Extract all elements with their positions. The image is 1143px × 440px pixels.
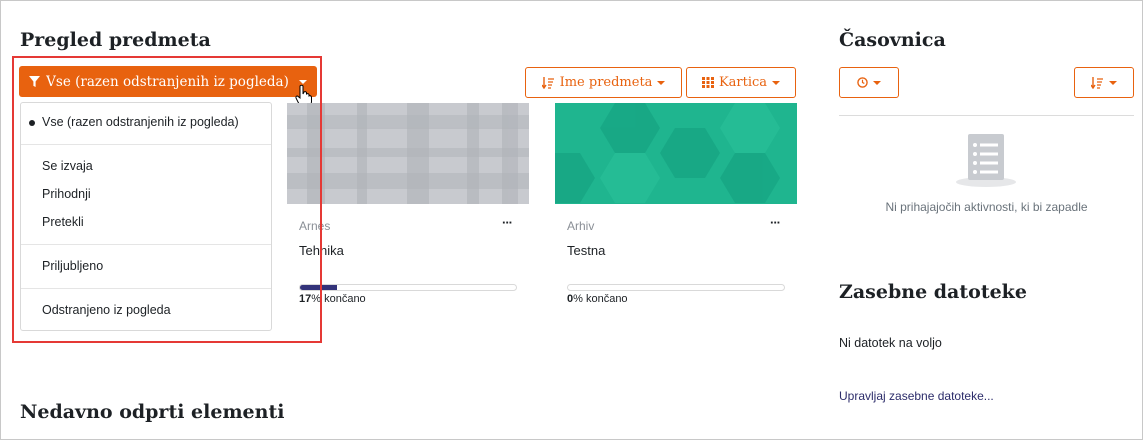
timeline-empty-text: Ni prihajajočih aktivnosti, ki bi zapadl… <box>885 200 1088 214</box>
empty-list-icon <box>956 134 1016 187</box>
timeline-sort-button[interactable] <box>1074 67 1134 98</box>
course-category: Arhiv <box>567 219 595 233</box>
sort-button[interactable]: Ime predmeta <box>525 67 682 98</box>
timeline-day-filter-button[interactable] <box>839 67 899 98</box>
manage-private-files-link[interactable]: Upravljaj zasebne datoteke... <box>839 389 994 403</box>
highlight-box <box>12 56 322 343</box>
sort-icon <box>1091 77 1103 89</box>
view-button-label: Kartica <box>718 75 768 90</box>
progress-text: % končano <box>573 293 628 305</box>
chevron-down-icon <box>772 80 781 85</box>
course-progress-bar <box>567 284 785 291</box>
recent-items-title: Nedavno odprti elementi <box>20 401 285 423</box>
timeline-title: Časovnica <box>839 29 946 51</box>
chevron-down-icon <box>873 80 881 85</box>
chevron-down-icon <box>657 80 666 85</box>
private-files-empty-text: Ni datotek na voljo <box>839 336 942 350</box>
grid-icon <box>701 77 714 88</box>
clock-icon <box>857 77 868 88</box>
course-name[interactable]: Testna <box>567 243 605 258</box>
course-image-testna[interactable] <box>555 103 797 204</box>
divider <box>839 115 1134 116</box>
course-image-tehnika[interactable] <box>287 103 529 204</box>
course-overview-title: Pregled predmeta <box>20 29 211 51</box>
sort-button-label: Ime predmeta <box>559 75 653 90</box>
more-options-icon[interactable]: ··· <box>770 215 781 230</box>
more-options-icon[interactable]: ··· <box>502 215 513 230</box>
progress-label: 0% končano <box>567 293 628 305</box>
private-files-title: Zasebne datoteke <box>839 281 1027 303</box>
view-button[interactable]: Kartica <box>686 67 796 98</box>
chevron-down-icon <box>1109 80 1117 85</box>
course-progress-bar <box>299 284 517 291</box>
sort-alpha-icon <box>541 77 554 89</box>
